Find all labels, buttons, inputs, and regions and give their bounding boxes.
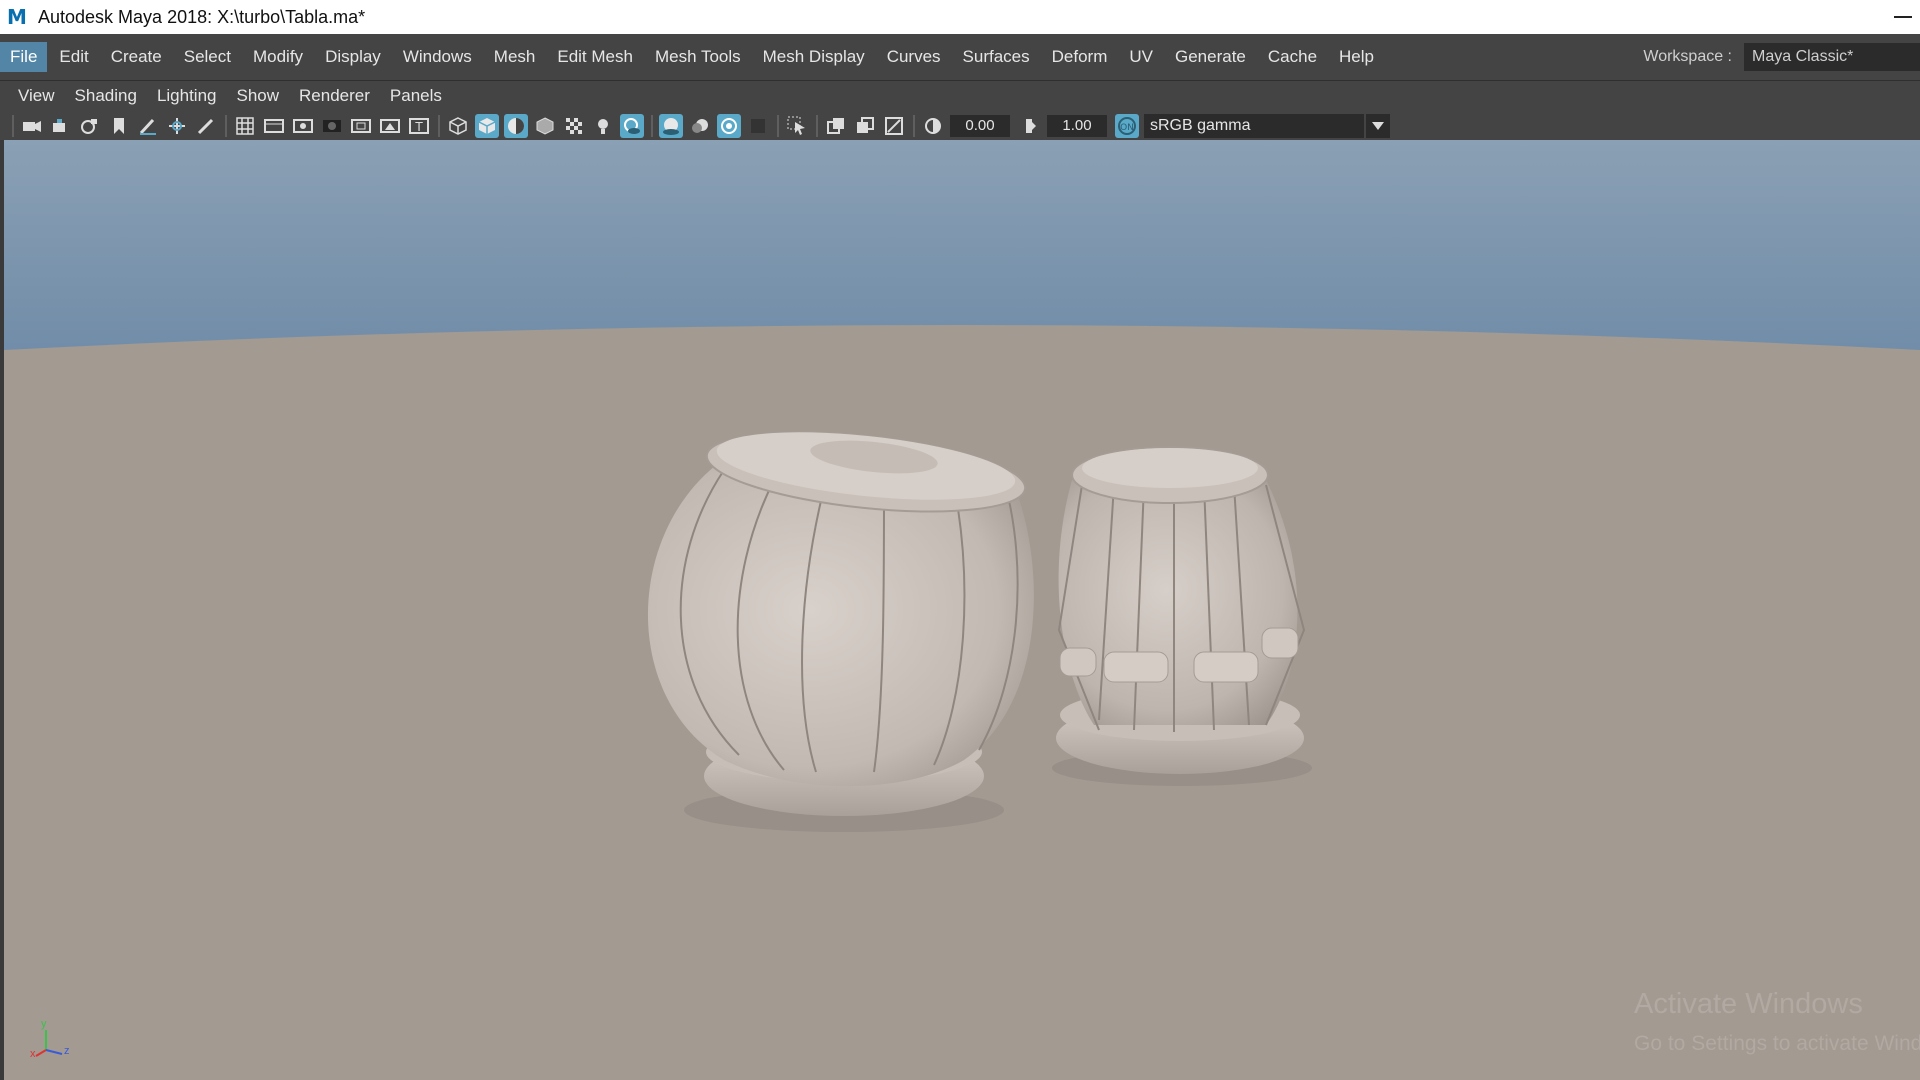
grease-pencil-icon[interactable] xyxy=(136,114,160,138)
minimize-button[interactable] xyxy=(1894,6,1912,24)
menu-generate[interactable]: Generate xyxy=(1165,42,1256,72)
menu-mesh[interactable]: Mesh xyxy=(484,42,546,72)
axis-label-y: y xyxy=(41,1018,47,1030)
color-management-icon[interactable]: ON xyxy=(1115,113,1139,138)
smooth-shade-icon[interactable] xyxy=(475,113,499,138)
workspace-dropdown[interactable]: Maya Classic* xyxy=(1744,43,1920,71)
menu-select[interactable]: Select xyxy=(174,42,241,72)
dayan-drum xyxy=(1056,446,1306,774)
menu-help[interactable]: Help xyxy=(1329,42,1384,72)
menu-file[interactable]: File xyxy=(0,42,48,72)
camera-attributes-icon[interactable] xyxy=(49,114,73,138)
motion-blur-icon[interactable] xyxy=(688,114,712,138)
panel-menu-shading[interactable]: Shading xyxy=(75,86,137,106)
workspace-label: Workspace : xyxy=(1643,48,1732,65)
svg-text:T: T xyxy=(414,120,423,134)
toolbar-separator xyxy=(12,114,14,137)
panel-menubar: View Shading Lighting Show Renderer Pane… xyxy=(0,81,1920,111)
menu-mesh-display[interactable]: Mesh Display xyxy=(753,42,875,72)
gate-mask-icon[interactable] xyxy=(320,114,344,138)
menu-edit-mesh[interactable]: Edit Mesh xyxy=(547,42,643,72)
safe-title-icon[interactable]: T xyxy=(407,114,431,138)
window-title: Autodesk Maya 2018: X:\turbo\Tabla.ma* xyxy=(38,6,366,27)
chevron-down-icon[interactable] xyxy=(1366,113,1390,138)
toolbar-separator xyxy=(438,114,440,137)
xray-joints-icon[interactable] xyxy=(882,114,906,138)
toolbar-separator xyxy=(816,114,818,137)
resolution-gate-icon[interactable] xyxy=(291,114,315,138)
panel-menu-lighting[interactable]: Lighting xyxy=(157,86,217,106)
panel-menu-renderer[interactable]: Renderer xyxy=(299,86,370,106)
axis-label-z: z xyxy=(64,1045,70,1057)
wireframe-icon[interactable] xyxy=(446,114,470,138)
grid-icon[interactable] xyxy=(233,114,257,138)
menu-deform[interactable]: Deform xyxy=(1042,42,1118,72)
menu-edit[interactable]: Edit xyxy=(49,42,98,72)
default-material-icon[interactable] xyxy=(504,113,528,138)
toolbar-separator xyxy=(651,114,653,137)
move-tool-icon[interactable] xyxy=(165,114,189,138)
isolate-select-icon[interactable] xyxy=(785,114,809,138)
menu-mesh-tools[interactable]: Mesh Tools xyxy=(645,42,751,72)
exposure-reset-icon[interactable] xyxy=(921,114,945,138)
film-gate-icon[interactable] xyxy=(262,114,286,138)
main-menubar: File Edit Create Select Modify Display W… xyxy=(0,34,1920,81)
wireframe-on-shaded-icon[interactable] xyxy=(533,114,557,138)
menu-curves[interactable]: Curves xyxy=(877,42,951,72)
depth-of-field-icon[interactable] xyxy=(746,114,770,138)
panel-toolbar: T 0.00 1.00 ON sRGB gamma xyxy=(0,111,1920,141)
field-chart-icon[interactable] xyxy=(349,114,373,138)
panel-menu-show[interactable]: Show xyxy=(237,86,280,106)
textured-icon[interactable] xyxy=(562,114,586,138)
gamma-field[interactable]: 1.00 xyxy=(1047,114,1107,137)
title-bar: M Autodesk Maya 2018: X:\turbo\Tabla.ma* xyxy=(0,0,1920,34)
axis-label-x: x xyxy=(30,1048,36,1060)
menu-uv[interactable]: UV xyxy=(1119,42,1163,72)
menu-cache[interactable]: Cache xyxy=(1258,42,1327,72)
toolbar-separator xyxy=(777,114,779,137)
menu-create[interactable]: Create xyxy=(101,42,172,72)
menu-display[interactable]: Display xyxy=(315,42,391,72)
camera-icon[interactable] xyxy=(20,114,44,138)
maya-logo-icon: M xyxy=(7,5,27,29)
paint-icon[interactable] xyxy=(194,114,218,138)
xray-icon[interactable] xyxy=(824,114,848,138)
panel-menu-view[interactable]: View xyxy=(18,86,55,106)
xray-active-icon[interactable] xyxy=(853,114,877,138)
toolbar-separator xyxy=(913,114,915,137)
anti-aliasing-icon[interactable] xyxy=(717,113,741,138)
color-space-dropdown[interactable]: sRGB gamma xyxy=(1144,113,1364,138)
safe-action-icon[interactable] xyxy=(378,114,402,138)
bookmark-icon[interactable] xyxy=(107,114,131,138)
3d-viewport[interactable]: y x z xyxy=(4,140,1920,1080)
camera-film-icon[interactable] xyxy=(78,114,102,138)
panel-menu-panels[interactable]: Panels xyxy=(390,86,442,106)
gamma-reset-icon[interactable] xyxy=(1018,114,1042,138)
svg-text:ON: ON xyxy=(1120,123,1134,133)
toolbar-separator xyxy=(225,114,227,137)
menu-modify[interactable]: Modify xyxy=(243,42,313,72)
activate-windows-subtitle: Go to Settings to activate Windows. xyxy=(1634,1032,1920,1055)
shadows-icon[interactable] xyxy=(620,113,644,138)
menu-surfaces[interactable]: Surfaces xyxy=(953,42,1040,72)
screen-space-ao-icon[interactable] xyxy=(659,113,683,138)
activate-windows-title: Activate Windows xyxy=(1634,988,1863,1020)
use-lights-icon[interactable] xyxy=(591,114,615,138)
viewport-scene xyxy=(4,140,1920,1080)
exposure-field[interactable]: 0.00 xyxy=(950,114,1010,137)
workspace-selector: Workspace : Maya Classic* xyxy=(1643,34,1920,80)
menu-windows[interactable]: Windows xyxy=(393,42,482,72)
